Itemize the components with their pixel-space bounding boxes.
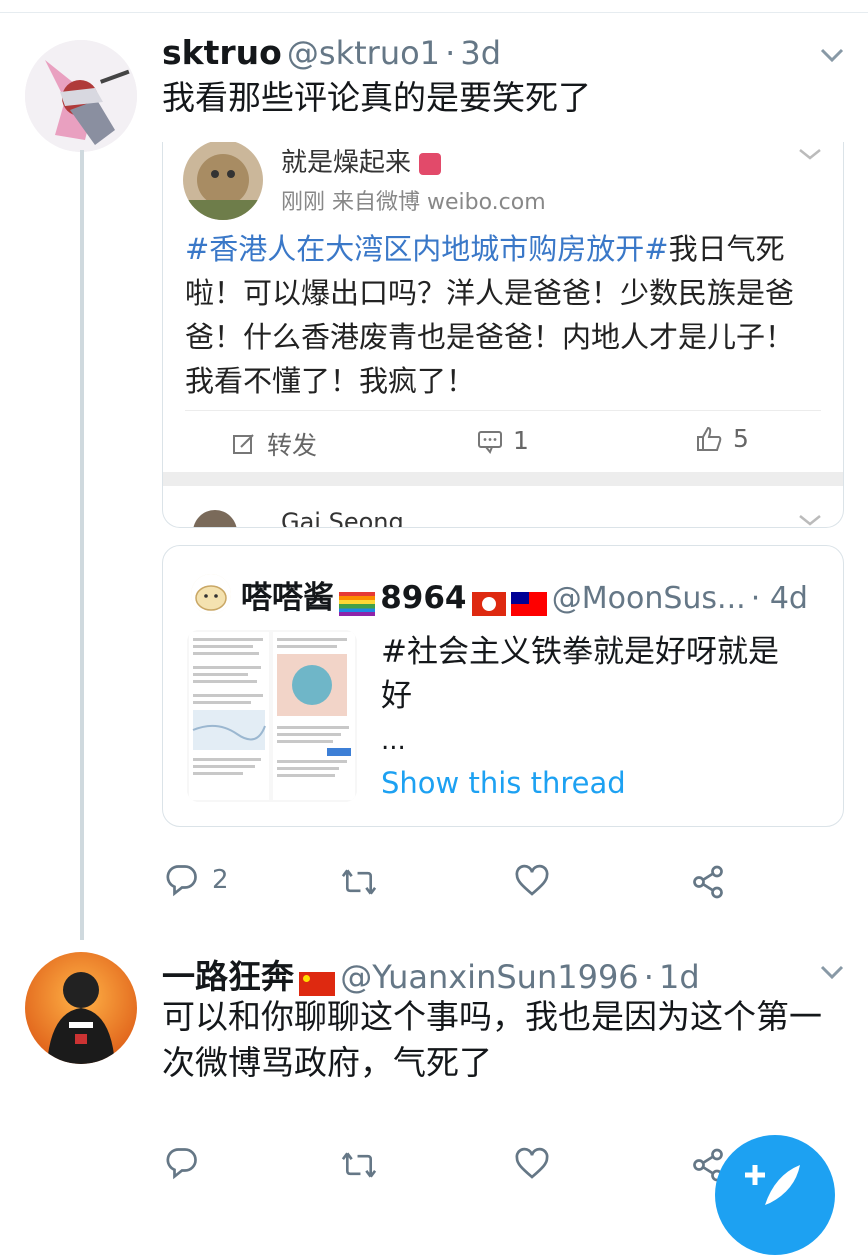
quote-ellipsis: ...: [381, 726, 406, 756]
show-thread-link[interactable]: Show this thread: [381, 766, 626, 800]
weibo-line: 啦！可以爆出口吗？洋人是爸爸！少数民族是爸: [185, 276, 795, 310]
tweet-header: sktruo @sktruo1 · 3d: [162, 33, 501, 72]
weibo-line: 爸！什么香港废青也是爸爸！内地人才是儿子！: [185, 320, 795, 354]
tweet-text: 我看那些评论真的是要笑死了: [162, 78, 591, 117]
weibo-divider: [185, 410, 821, 411]
compose-icon: [745, 1165, 800, 1205]
weibo-line: #香港人在大湾区内地城市购房放开#我日气死: [185, 228, 785, 271]
reply-button[interactable]: 2: [164, 862, 229, 898]
retweet-button[interactable]: [340, 864, 378, 900]
reply-icon: [166, 865, 197, 897]
user-handle[interactable]: @YuanxinSun1996: [340, 958, 638, 996]
comment-icon: [478, 430, 502, 454]
share-button[interactable]: [690, 864, 726, 900]
thread-line: [80, 150, 84, 940]
quote-text: 好: [381, 678, 412, 714]
quote-header: 嗒嗒酱 8964 @MoonSus... · 4d: [241, 572, 808, 617]
retweet-icon: [341, 869, 377, 895]
quote-name-suffix: 8964: [380, 580, 467, 616]
quote-text: #社会主义铁拳就是好呀就是: [381, 634, 779, 670]
like-icon: [515, 1147, 549, 1179]
like-icon: [515, 864, 549, 896]
chevron-down-icon[interactable]: [817, 957, 847, 987]
taiwan-flag-icon: [510, 591, 547, 616]
weibo-next-user: Gai Seong: [281, 508, 404, 528]
tweet-text: 次微博骂政府，气死了: [162, 1043, 492, 1082]
weibo-hashtag: #香港人在大湾区内地城市购房放开#: [185, 232, 669, 266]
quote-handle[interactable]: @MoonSus...: [552, 581, 746, 616]
retweet-button[interactable]: [340, 1147, 378, 1183]
weibo-like-count: 5: [733, 424, 749, 453]
quote-avatar[interactable]: [191, 574, 231, 614]
weibo-line: 我看不懂了！我疯了！: [185, 364, 476, 398]
share-icon: [693, 865, 723, 899]
quoted-tweet[interactable]: 嗒嗒酱 8964 @MoonSus... · 4d #社会主义铁拳就是好呀就是 …: [162, 545, 844, 827]
weibo-avatar: [183, 142, 263, 220]
avatar[interactable]: [25, 952, 137, 1064]
vip-badge-icon: [419, 152, 442, 175]
reply-icon: [166, 1148, 197, 1180]
rainbow-flag-icon: [339, 591, 376, 616]
quote-timestamp[interactable]: · 4d: [751, 581, 808, 616]
weibo-comment: 1: [477, 426, 529, 455]
quote-image-thumbnail[interactable]: [187, 630, 357, 802]
chevron-down-icon[interactable]: [817, 40, 847, 70]
tweet-header: 一路狂奔 @YuanxinSun1996 · 1d: [162, 950, 700, 998]
separator: ·: [643, 958, 654, 996]
compose-button[interactable]: [715, 1135, 835, 1255]
avatar[interactable]: [25, 40, 137, 152]
retweet-icon: [341, 1152, 377, 1178]
weibo-repost: 转发: [231, 426, 317, 462]
quote-display-name[interactable]: 嗒嗒酱: [241, 580, 334, 616]
edit-icon: [233, 434, 254, 454]
user-handle[interactable]: @sktruo1: [287, 34, 440, 72]
top-divider: [0, 12, 868, 13]
weibo-repost-label: 转发: [267, 431, 318, 460]
weibo-comment-count: 1: [513, 426, 529, 455]
image-attachment[interactable]: 就是燥起来 刚刚 来自微博 weibo.com #香港人在大湾区内地城市购房放开…: [162, 142, 844, 528]
reply-button[interactable]: [164, 1145, 200, 1181]
hong-kong-flag-icon: [471, 591, 506, 616]
china-flag-icon: [299, 971, 336, 996]
like-button[interactable]: [514, 1147, 550, 1183]
weibo-meta: 刚刚 来自微博 weibo.com: [281, 190, 546, 215]
display-name[interactable]: 一路狂奔: [162, 957, 294, 996]
weibo-like: 5: [695, 424, 749, 453]
weibo-line-text: 我日气死: [668, 232, 785, 266]
weibo-next-avatar: [193, 510, 237, 527]
weibo-chevron-icon: [799, 149, 821, 160]
separator: ·: [445, 34, 456, 72]
timestamp[interactable]: 3d: [460, 34, 501, 72]
weibo-gap: [163, 472, 843, 486]
tweet-text: 可以和你聊聊这个事吗，我也是因为这个第一: [162, 997, 822, 1036]
like-button[interactable]: [514, 864, 550, 900]
weibo-username: 就是燥起来: [281, 142, 442, 179]
thumbs-up-icon: [697, 426, 722, 451]
display-name[interactable]: sktruo: [162, 33, 282, 72]
timestamp[interactable]: 1d: [659, 958, 700, 996]
reply-count: 2: [212, 865, 229, 895]
weibo-chevron-icon: [799, 515, 821, 526]
